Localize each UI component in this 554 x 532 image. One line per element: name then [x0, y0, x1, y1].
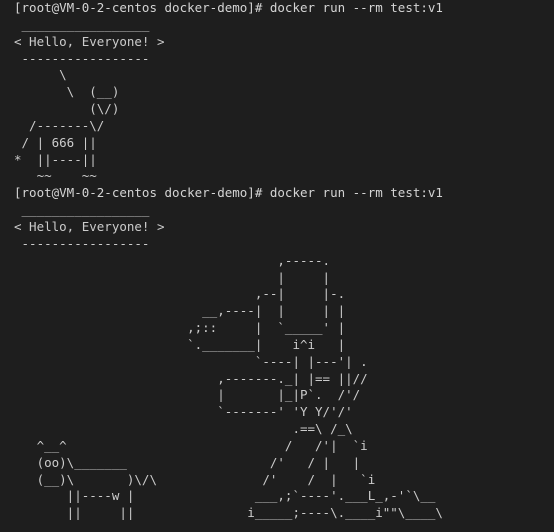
- ascii-art-line: `-------' 'Y Y/'/': [14, 404, 353, 420]
- ascii-art-line: ~~ ~~: [14, 168, 97, 184]
- command-line-2: [root@VM-0-2-centos docker-demo]# docker…: [14, 185, 443, 201]
- ascii-art-line: / | 666 ||: [14, 134, 97, 150]
- ascii-art-line: /-------\/: [14, 117, 105, 133]
- ascii-art-line: .==\ /_\: [14, 421, 353, 437]
- ascii-art-line: || || i_____;----\.____i""\____\: [14, 505, 443, 521]
- ascii-art-line: ,--| |-.: [14, 286, 346, 302]
- speech-bubble-bottom-1: -----------------: [14, 50, 150, 66]
- ascii-art-line: ,-----.: [14, 252, 331, 268]
- ascii-art-line: ,;:: | `_____' |: [14, 320, 346, 336]
- speech-bubble-top-2: _________________: [14, 202, 150, 218]
- ascii-art-line: \: [14, 67, 67, 83]
- ascii-art-line: ||----w | ___,;`----'.___L_,-'`\__: [14, 488, 436, 504]
- command-line-1: [root@VM-0-2-centos docker-demo]# docker…: [14, 0, 443, 15]
- speech-bubble-bottom-2: -----------------: [14, 235, 150, 251]
- ascii-art-line: __,----| | | |: [14, 303, 346, 319]
- ascii-art-line: \ (__): [14, 84, 120, 100]
- ascii-art-line: (\/): [14, 101, 120, 117]
- ascii-art-line: | |: [14, 269, 331, 285]
- ascii-art-line: `----| |---'| .: [14, 353, 368, 369]
- speech-bubble-top-1: _________________: [14, 16, 150, 32]
- speech-bubble-text-2: < Hello, Everyone! >: [14, 218, 165, 234]
- terminal-window[interactable]: [root@VM-0-2-centos docker-demo]# docker…: [0, 0, 554, 532]
- ascii-art-line: ,-------._| |== ||//: [14, 370, 368, 386]
- ascii-art-line: ^__^ / /'| `i: [14, 437, 368, 453]
- ascii-art-line: (__)\ )\/\ /' / | `i: [14, 471, 376, 487]
- ascii-art-line: * ||----||: [14, 151, 97, 167]
- ascii-art-line: | |_|P`. /'/: [14, 387, 361, 403]
- speech-bubble-text-1: < Hello, Everyone! >: [14, 33, 165, 49]
- ascii-art-line: (oo)\_______ /' / | |: [14, 454, 361, 470]
- ascii-art-line: `._______| i^i |: [14, 336, 346, 352]
